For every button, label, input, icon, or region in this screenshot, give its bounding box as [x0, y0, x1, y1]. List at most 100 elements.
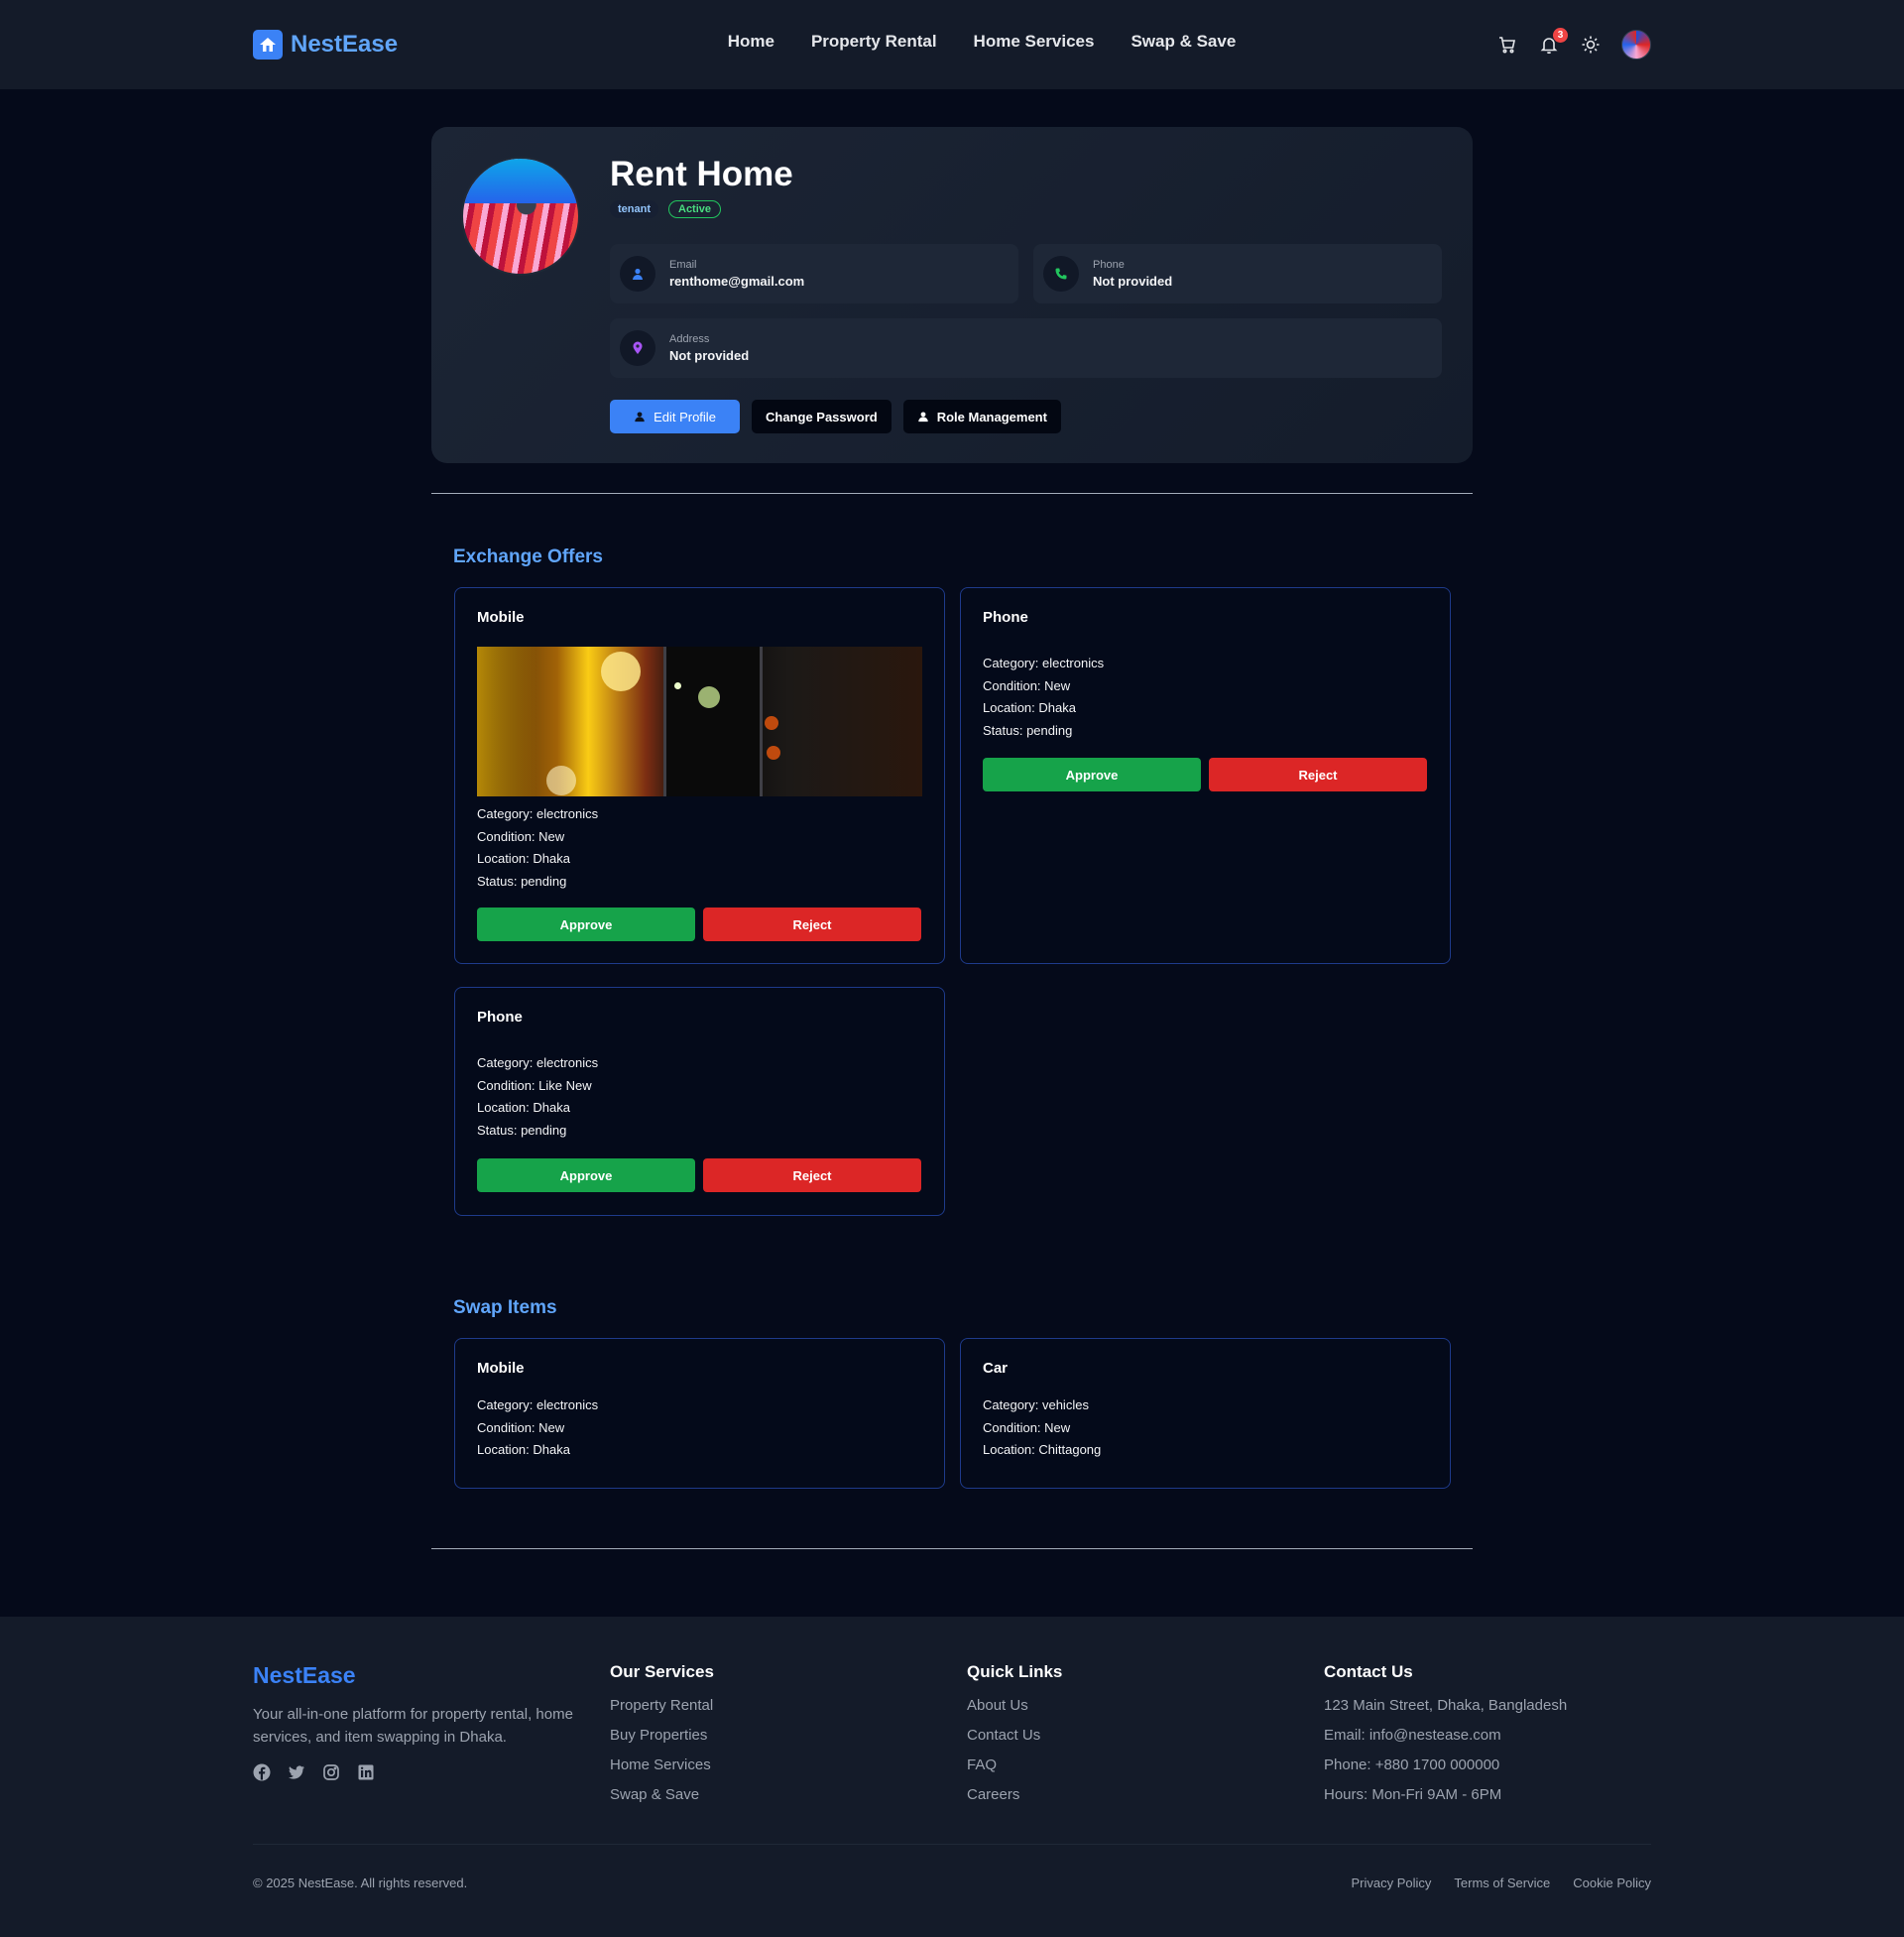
nav-home-services[interactable]: Home Services — [974, 32, 1095, 52]
footer-link-property-rental[interactable]: Property Rental — [610, 1697, 714, 1727]
footer-link-careers[interactable]: Careers — [967, 1786, 1062, 1816]
facebook-icon[interactable] — [253, 1763, 271, 1781]
offer-item-status: Status: pending — [477, 1122, 567, 1138]
terms-of-service-link[interactable]: Terms of Service — [1454, 1876, 1550, 1890]
footer-email: Email: info@nestease.com — [1324, 1727, 1501, 1744]
bell-icon[interactable]: 3 — [1538, 28, 1568, 56]
approve-button[interactable]: Approve — [477, 908, 695, 941]
footer-link-contact[interactable]: Contact Us — [967, 1727, 1062, 1756]
offer-actions: Approve Reject — [477, 908, 921, 941]
role-badge: tenant — [610, 200, 658, 218]
footer-services-title: Our Services — [610, 1662, 714, 1681]
offer-item-name: Phone — [477, 1009, 523, 1026]
exchange-offer-card: Phone Category: electronics Condition: L… — [454, 987, 945, 1216]
reject-button[interactable]: Reject — [703, 908, 921, 941]
notification-count-badge: 3 — [1553, 28, 1568, 43]
profile-chips: tenant Active — [610, 200, 722, 218]
swap-item-condition: Condition: New — [477, 1419, 565, 1435]
role-management-button[interactable]: Role Management — [902, 400, 1061, 433]
footer-address: 123 Main Street, Dhaka, Bangladesh — [1324, 1697, 1568, 1714]
top-navbar: NestEase Home Property Rental Home Servi… — [0, 0, 1904, 89]
footer-services: Our Services Property Rental Buy Propert… — [610, 1662, 714, 1816]
twitter-icon[interactable] — [288, 1763, 305, 1781]
section-divider — [431, 1548, 1473, 1549]
cart-icon[interactable] — [1496, 34, 1518, 56]
profile-avatar — [461, 157, 580, 276]
profile-name: Rent Home — [610, 155, 793, 193]
footer: NestEase Your all-in-one platform for pr… — [0, 1617, 1904, 1937]
edit-profile-button[interactable]: Edit Profile — [610, 400, 740, 433]
offer-actions: Approve Reject — [983, 758, 1427, 791]
linkedin-icon[interactable] — [357, 1763, 375, 1781]
sun-icon[interactable] — [1580, 34, 1602, 56]
footer-link-home-services[interactable]: Home Services — [610, 1756, 714, 1786]
offer-item-category: Category: electronics — [983, 656, 1105, 670]
cookie-policy-link[interactable]: Cookie Policy — [1573, 1876, 1651, 1890]
exchange-offers-title: Exchange Offers — [453, 546, 603, 567]
email-label: Email — [669, 259, 697, 271]
footer-divider — [253, 1844, 1651, 1845]
swap-item-card: Mobile Category: electronics Condition: … — [454, 1338, 945, 1489]
offer-item-category: Category: electronics — [477, 1055, 599, 1070]
email-value: renthome@gmail.com — [669, 274, 805, 289]
offer-item-status: Status: pending — [983, 722, 1073, 738]
swap-item-location: Location: Dhaka — [477, 1442, 570, 1457]
swap-item-category: Category: vehicles — [983, 1397, 1089, 1412]
change-password-button[interactable]: Change Password — [752, 400, 892, 433]
footer-contact-title: Contact Us — [1324, 1662, 1413, 1681]
offer-item-details: Category: electronics Condition: Like Ne… — [477, 1052, 598, 1142]
header-tools: 3 — [1496, 28, 1651, 60]
offer-item-condition: Condition: New — [477, 828, 565, 844]
footer-link-buy-properties[interactable]: Buy Properties — [610, 1727, 714, 1756]
nav-property-rental[interactable]: Property Rental — [811, 32, 937, 52]
status-badge: Active — [668, 200, 722, 218]
offer-item-condition: Condition: New — [983, 677, 1071, 693]
offer-item-category: Category: electronics — [477, 806, 599, 821]
address-info: Address Not provided — [610, 318, 1442, 378]
footer-link-about[interactable]: About Us — [967, 1697, 1062, 1727]
offer-actions: Approve Reject — [477, 1158, 921, 1192]
copyright: © 2025 NestEase. All rights reserved. — [253, 1876, 468, 1890]
approve-button[interactable]: Approve — [983, 758, 1201, 791]
legal-links: Privacy Policy Terms of Service Cookie P… — [1352, 1876, 1652, 1890]
reject-button[interactable]: Reject — [703, 1158, 921, 1192]
reject-button[interactable]: Reject — [1209, 758, 1427, 791]
footer-phone: Phone: +880 1700 000000 — [1324, 1756, 1500, 1773]
footer-links-title: Quick Links — [967, 1662, 1063, 1681]
footer-link-faq[interactable]: FAQ — [967, 1756, 1062, 1786]
offer-item-location: Location: Dhaka — [983, 700, 1076, 715]
location-pin-icon — [620, 330, 655, 366]
swap-item-name: Mobile — [477, 1360, 525, 1377]
address-value: Not provided — [669, 348, 750, 363]
user-avatar[interactable] — [1621, 30, 1651, 60]
nav-home[interactable]: Home — [728, 32, 774, 52]
offer-item-name: Mobile — [477, 609, 525, 626]
nav-swap-save[interactable]: Swap & Save — [1130, 32, 1236, 52]
offer-item-condition: Condition: Like New — [477, 1077, 592, 1093]
footer-brand: NestEase — [253, 1662, 356, 1688]
phone-label: Phone — [1093, 259, 1125, 271]
profile-card: Rent Home tenant Active Email renthome@g… — [431, 127, 1473, 463]
swap-item-card: Car Category: vehicles Condition: New Lo… — [960, 1338, 1451, 1489]
offer-item-details: Category: electronics Condition: New Loc… — [477, 803, 598, 893]
exchange-offer-card: Mobile Category: electronics Condition: … — [454, 587, 945, 964]
instagram-icon[interactable] — [322, 1763, 340, 1781]
privacy-policy-link[interactable]: Privacy Policy — [1352, 1876, 1432, 1890]
user-icon — [917, 412, 928, 423]
phone-icon — [1043, 256, 1079, 292]
approve-button[interactable]: Approve — [477, 1158, 695, 1192]
offer-item-location: Location: Dhaka — [477, 851, 570, 866]
exchange-offer-card: Phone Category: electronics Condition: N… — [960, 587, 1451, 964]
offer-item-details: Category: electronics Condition: New Loc… — [983, 653, 1104, 742]
phone-info: Phone Not provided — [1033, 244, 1442, 303]
footer-link-swap-save[interactable]: Swap & Save — [610, 1786, 714, 1816]
swap-item-details: Category: electronics Condition: New Loc… — [477, 1394, 598, 1462]
offer-item-status: Status: pending — [477, 873, 567, 889]
swap-item-condition: Condition: New — [983, 1419, 1071, 1435]
swap-item-category: Category: electronics — [477, 1397, 599, 1412]
profile-actions: Edit Profile Change Password Role Manage… — [610, 400, 1061, 433]
edit-profile-label: Edit Profile — [654, 409, 716, 424]
role-management-label: Role Management — [936, 409, 1047, 424]
swap-item-name: Car — [983, 1360, 1009, 1377]
swap-item-location: Location: Chittagong — [983, 1442, 1102, 1457]
